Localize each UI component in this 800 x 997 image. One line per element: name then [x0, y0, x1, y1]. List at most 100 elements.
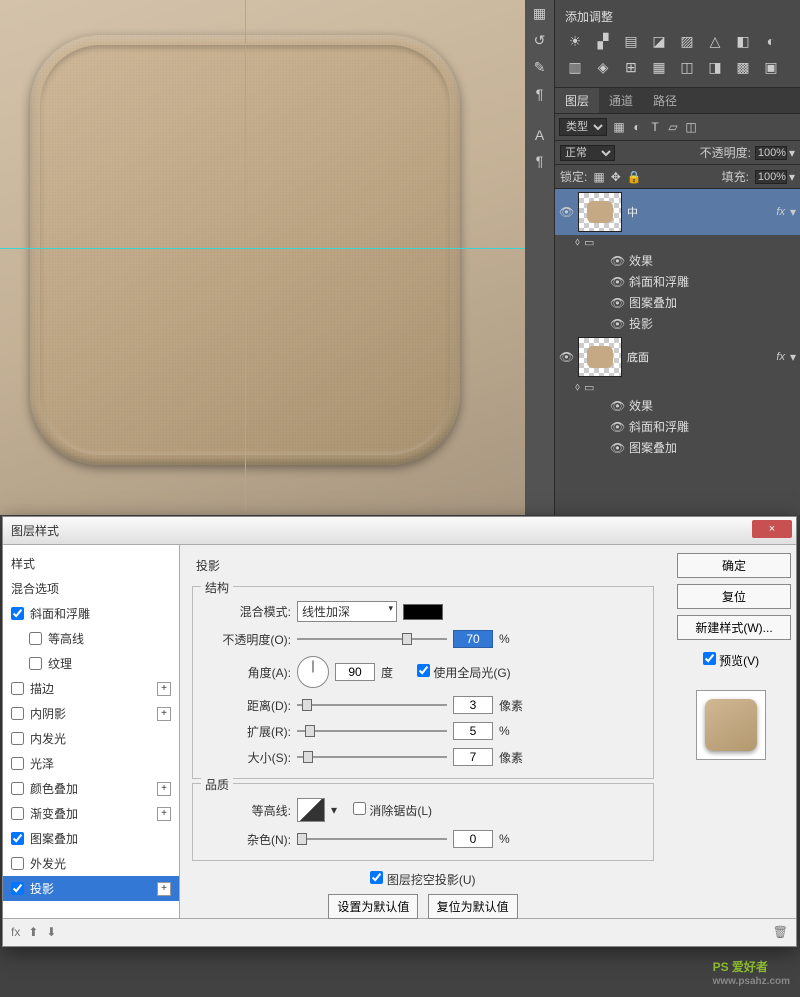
layer-item[interactable]: 👁 中 fx ▾	[555, 189, 800, 235]
link-icon[interactable]: ⬨	[575, 381, 580, 394]
tab-paths[interactable]: 路径	[643, 88, 687, 113]
lock-position-icon[interactable]: ✥	[611, 170, 621, 184]
visibility-icon[interactable]: 👁	[610, 441, 624, 455]
filter-shape-icon[interactable]: ▱	[665, 120, 681, 134]
effect-shadow[interactable]: 投影	[629, 315, 653, 332]
adj-selective-icon[interactable]: ▣	[761, 59, 781, 77]
noise-input[interactable]	[453, 830, 493, 848]
paragraph2-icon[interactable]: ¶	[536, 153, 544, 169]
style-checkbox[interactable]	[11, 782, 24, 795]
adj-levels-icon[interactable]: ▞	[593, 33, 613, 51]
style-item[interactable]: 内发光	[3, 726, 179, 751]
adj-gradient-icon[interactable]: ▩	[733, 59, 753, 77]
style-item[interactable]: 外发光	[3, 851, 179, 876]
style-checkbox[interactable]	[11, 757, 24, 770]
adj-bw-icon[interactable]: ◐	[761, 33, 781, 51]
paragraph-icon[interactable]: ¶	[536, 86, 544, 102]
filter-type-icon[interactable]: T	[647, 120, 663, 134]
adj-curves-icon[interactable]: ▤	[621, 33, 641, 51]
knockout-checkbox[interactable]: 图层挖空投影(U)	[370, 873, 475, 887]
opacity-input[interactable]	[755, 146, 787, 160]
filter-smart-icon[interactable]: ◫	[683, 120, 699, 134]
spread-slider[interactable]	[297, 723, 447, 739]
tab-layers[interactable]: 图层	[555, 88, 599, 113]
style-checkbox[interactable]	[11, 882, 24, 895]
style-checkbox[interactable]	[11, 832, 24, 845]
shape-thumb-icon[interactable]: ▭	[584, 381, 594, 394]
brush-icon[interactable]: ✎	[534, 59, 546, 76]
style-item[interactable]: 投影+	[3, 876, 179, 901]
layer-name[interactable]: 底面	[627, 349, 771, 365]
visibility-icon[interactable]: 👁	[610, 317, 624, 331]
fx-badge[interactable]: fx	[776, 206, 785, 218]
guide-vertical[interactable]	[245, 0, 246, 515]
shape-thumb-icon[interactable]: ▭	[584, 236, 594, 249]
adj-balance-icon[interactable]: ◧	[733, 33, 753, 51]
add-effect-icon[interactable]: +	[157, 707, 171, 721]
dialog-titlebar[interactable]: 图层样式 ×	[3, 517, 796, 545]
antialias-checkbox[interactable]: 消除锯齿(L)	[353, 802, 432, 819]
trash-icon[interactable]: 🗑	[773, 925, 788, 939]
adj-exposure-icon[interactable]: ◪	[649, 33, 669, 51]
add-effect-icon[interactable]: +	[157, 782, 171, 796]
distance-slider[interactable]	[297, 697, 447, 713]
style-checkbox[interactable]	[11, 607, 24, 620]
fill-input[interactable]	[755, 170, 787, 184]
new-style-button[interactable]: 新建样式(W)...	[677, 615, 791, 640]
filter-adjust-icon[interactable]: ◐	[629, 120, 645, 134]
layer-name[interactable]: 中	[627, 204, 771, 220]
size-input[interactable]	[453, 748, 493, 766]
effect-pattern[interactable]: 图案叠加	[629, 439, 677, 456]
filter-pixel-icon[interactable]: ▦	[611, 120, 627, 134]
style-checkbox[interactable]	[11, 707, 24, 720]
angle-dial[interactable]	[297, 656, 329, 688]
visibility-icon[interactable]: 👁	[559, 350, 573, 364]
visibility-icon[interactable]: 👁	[610, 254, 624, 268]
style-item[interactable]: 图案叠加	[3, 826, 179, 851]
adj-vibrance-icon[interactable]: ▨	[677, 33, 697, 51]
style-checkbox[interactable]	[11, 857, 24, 870]
layer-kind-filter[interactable]: 类型	[559, 118, 607, 136]
adj-lookup-icon[interactable]: ⊞	[621, 59, 641, 77]
contour-dropdown-icon[interactable]: ▾	[331, 803, 337, 817]
opacity-dropdown-icon[interactable]: ▾	[789, 146, 795, 160]
preview-checkbox[interactable]: 预览(V)	[703, 652, 759, 669]
lock-pixels-icon[interactable]: ▦	[593, 170, 604, 184]
blend-mode-select[interactable]: 正常	[560, 145, 615, 161]
noise-slider[interactable]	[297, 831, 447, 847]
guide-horizontal[interactable]	[0, 248, 525, 249]
blending-options[interactable]: 混合选项	[3, 576, 179, 601]
character-icon[interactable]: A	[535, 127, 544, 143]
effect-pattern[interactable]: 图案叠加	[629, 294, 677, 311]
style-item[interactable]: 颜色叠加+	[3, 776, 179, 801]
style-item[interactable]: 等高线	[3, 626, 179, 651]
blend-mode-dropdown[interactable]: 线性加深	[297, 601, 397, 622]
distance-input[interactable]	[453, 696, 493, 714]
link-icon[interactable]: ⬨	[575, 236, 580, 249]
style-item[interactable]: 纹理	[3, 651, 179, 676]
style-checkbox[interactable]	[29, 657, 42, 670]
reset-default-button[interactable]: 复位为默认值	[428, 894, 518, 919]
shadow-color-swatch[interactable]	[403, 604, 443, 620]
style-item[interactable]: 斜面和浮雕	[3, 601, 179, 626]
ok-button[interactable]: 确定	[677, 553, 791, 578]
chevron-down-icon[interactable]: ▾	[790, 205, 796, 219]
fx-badge[interactable]: fx	[776, 351, 785, 363]
cancel-button[interactable]: 复位	[677, 584, 791, 609]
style-checkbox[interactable]	[29, 632, 42, 645]
history-icon[interactable]: ↺	[534, 32, 546, 49]
adj-brightness-icon[interactable]: ☀	[565, 33, 585, 51]
contour-picker[interactable]	[297, 798, 325, 822]
style-item[interactable]: 渐变叠加+	[3, 801, 179, 826]
adj-invert-icon[interactable]: ▦	[649, 59, 669, 77]
add-effect-icon[interactable]: +	[157, 682, 171, 696]
style-item[interactable]: 光泽	[3, 751, 179, 776]
down-icon[interactable]: ⬇	[46, 925, 56, 939]
visibility-icon[interactable]: 👁	[610, 420, 624, 434]
style-checkbox[interactable]	[11, 682, 24, 695]
canvas-area[interactable]	[0, 0, 525, 515]
fill-dropdown-icon[interactable]: ▾	[789, 170, 795, 184]
global-light-checkbox[interactable]: 使用全局光(G)	[417, 664, 511, 681]
effect-bevel[interactable]: 斜面和浮雕	[629, 273, 689, 290]
adj-hue-icon[interactable]: △	[705, 33, 725, 51]
